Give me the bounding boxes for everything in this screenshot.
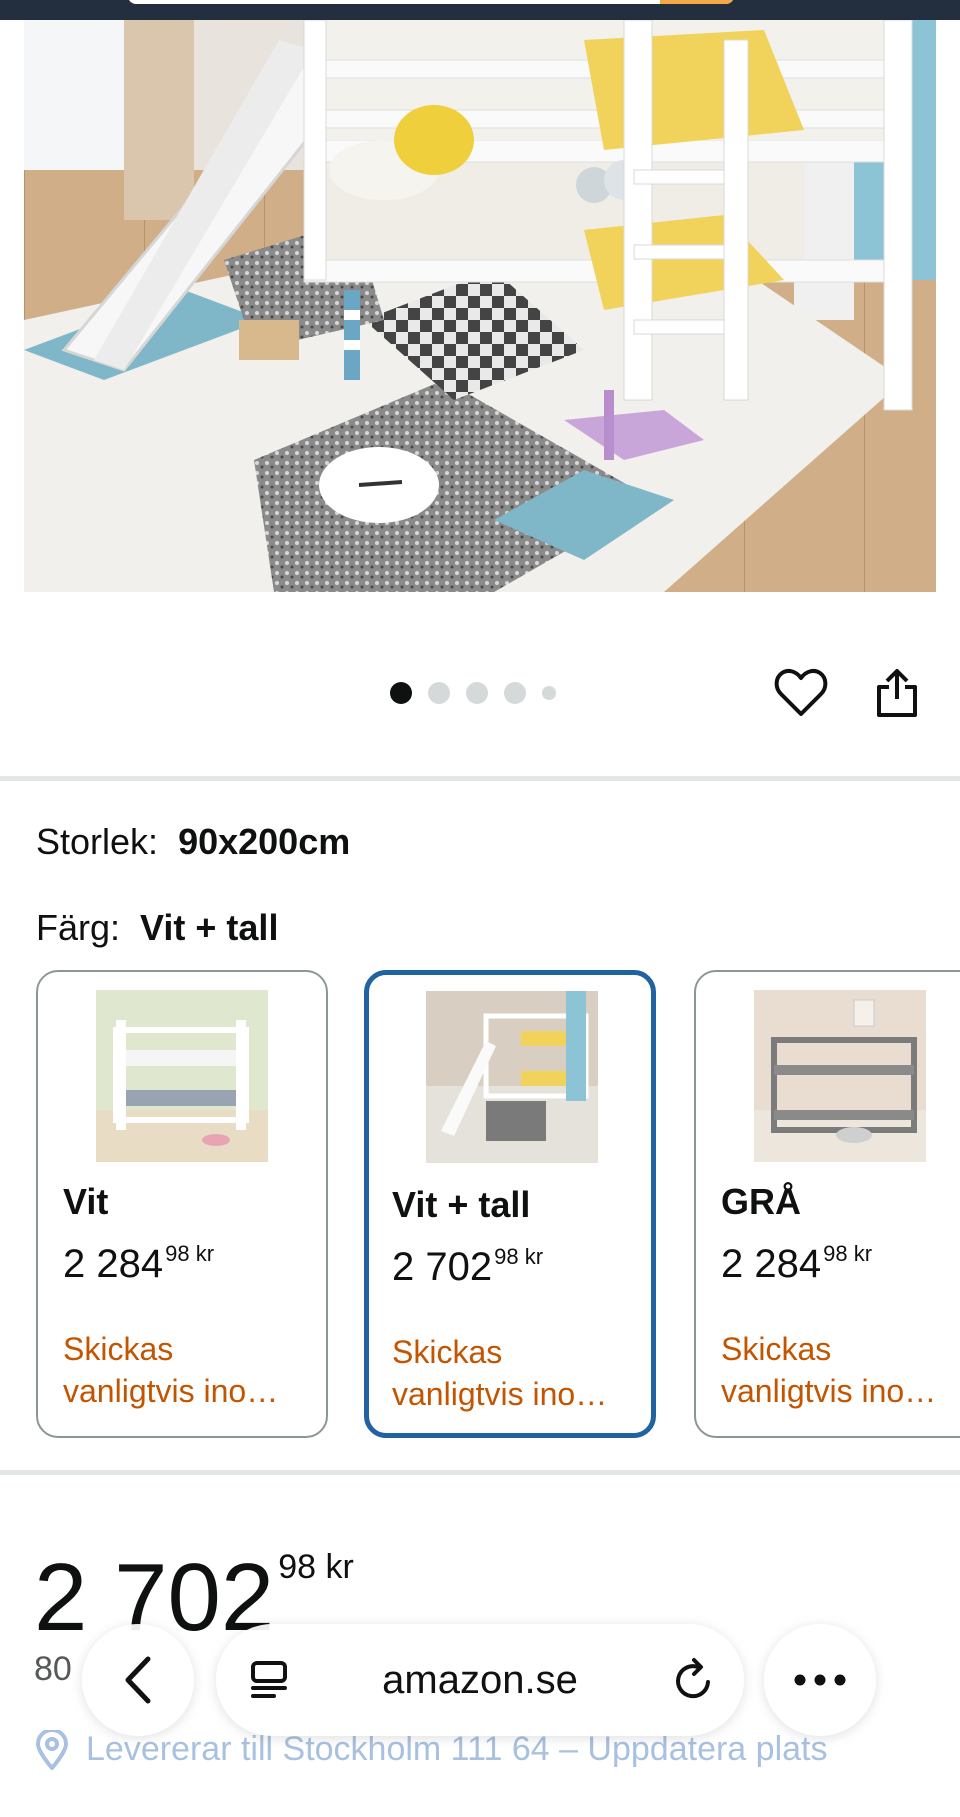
size-label: Storlek:: [36, 821, 159, 862]
browser-more-button[interactable]: [764, 1624, 876, 1736]
color-value: Vit + tall: [140, 907, 279, 948]
swatch-price: 2 28498 kr: [63, 1241, 215, 1286]
swatch-price: 2 28498 kr: [721, 1241, 873, 1286]
size-value: 90x200cm: [178, 821, 351, 862]
color-swatch-gra[interactable]: GRÅ 2 28498 kr Skickas vanligtvis ino…: [694, 970, 960, 1438]
browser-back-button[interactable]: [82, 1624, 194, 1736]
color-row: Färg: Vit + tall: [36, 906, 278, 950]
swatch-name: Vit: [63, 1181, 109, 1222]
size-row[interactable]: Storlek: 90x200cm: [36, 820, 350, 864]
chevron-left-icon: [125, 1656, 151, 1704]
swatch-thumbnail: [96, 990, 268, 1162]
app-header: [0, 0, 960, 20]
search-button-edge[interactable]: [660, 0, 734, 4]
carousel-dot-2[interactable]: [428, 682, 450, 704]
product-main-image[interactable]: [24, 20, 936, 592]
swatch-name: GRÅ: [721, 1181, 801, 1222]
share-icon: [877, 669, 917, 717]
swatch-thumbnail: [426, 991, 598, 1163]
more-icon: [794, 1674, 846, 1686]
section-divider: [0, 776, 960, 781]
address-bar[interactable]: amazon.se: [216, 1624, 744, 1736]
color-swatch-vit-tall[interactable]: Vit + tall 2 70298 kr Skickas vanligtvis…: [364, 970, 656, 1438]
color-label: Färg:: [36, 907, 121, 948]
swatch-name: Vit + tall: [392, 1184, 531, 1225]
section-divider: [0, 1470, 960, 1475]
swatch-shipping: Skickas vanligtvis ino…: [392, 1334, 608, 1412]
carousel-dot-5[interactable]: [542, 686, 556, 700]
share-button[interactable]: [867, 663, 927, 723]
swatch-shipping: Skickas vanligtvis ino…: [721, 1331, 937, 1409]
wishlist-button[interactable]: [771, 663, 831, 723]
reload-icon[interactable]: [674, 1658, 714, 1702]
browser-toolbar: amazon.se: [0, 1610, 960, 1750]
image-carousel-dots[interactable]: [390, 682, 556, 704]
bunk-bed-illustration: [24, 20, 936, 592]
swatch-shipping: Skickas vanligtvis ino…: [63, 1331, 279, 1409]
swatch-thumbnail: [754, 990, 926, 1162]
swatch-price: 2 70298 kr: [392, 1244, 544, 1289]
heart-icon: [774, 668, 828, 716]
search-bar-edge[interactable]: [128, 0, 734, 4]
carousel-dot-3[interactable]: [466, 682, 488, 704]
carousel-dot-1[interactable]: [390, 682, 412, 704]
tabs-icon: [251, 1661, 287, 1698]
url-text: amazon.se: [382, 1657, 578, 1702]
color-swatch-vit[interactable]: Vit 2 28498 kr Skickas vanligtvis ino…: [36, 970, 328, 1438]
carousel-dot-4[interactable]: [504, 682, 526, 704]
